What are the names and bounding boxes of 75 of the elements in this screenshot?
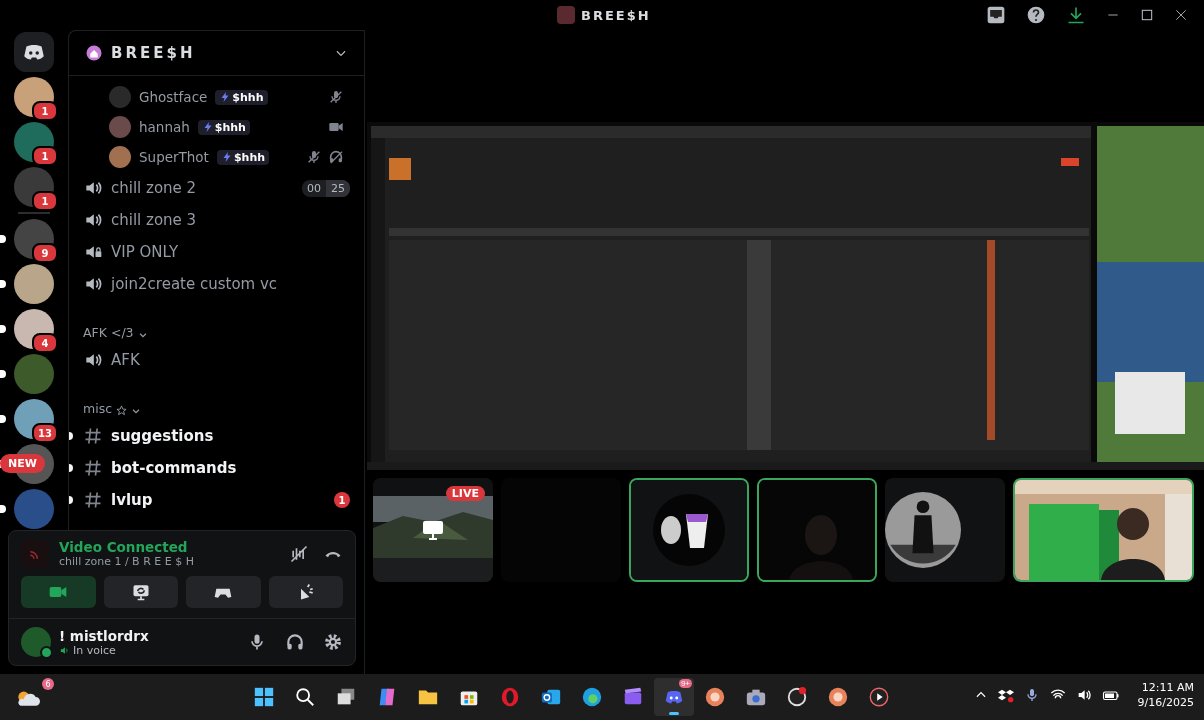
user-avatar [109,116,131,138]
window-title: BREE$H [581,7,651,23]
monitor-icon [421,518,445,542]
headphones-muted-icon [328,149,344,165]
user-limit: 00 25 [302,179,350,197]
dropbox-icon[interactable] [997,687,1014,704]
member-name[interactable]: hannah [139,119,190,135]
user-avatar [109,86,131,108]
voice-channel[interactable]: AFK [111,351,140,369]
discord-home-button[interactable] [14,32,54,72]
user-avatar [109,146,131,168]
flower-icon [827,686,849,708]
channel-location[interactable]: chill zone 1 / B R E E $ H [59,555,194,568]
settings-icon[interactable] [323,632,343,652]
user-status: In voice [73,643,116,657]
participant-tile[interactable] [885,478,1005,582]
member-name[interactable]: Ghostface [139,89,208,105]
server-icon [85,44,103,62]
notification-badge: 9+ [678,679,692,688]
category-label[interactable]: misc [83,401,113,416]
notification-badge: 1 [32,146,58,166]
server-name[interactable]: BREE$H [111,44,326,62]
voice-channel[interactable]: join2create custom vc [111,275,278,293]
category-label[interactable]: AFK </3 [83,325,134,340]
server-icon[interactable] [14,264,54,304]
chevron-icon [137,330,148,340]
chevron-icon [131,406,142,416]
record-icon [786,686,808,708]
opera-icon [499,686,521,708]
voice-channel[interactable]: VIP ONLY [111,243,179,261]
edge-icon [581,686,603,708]
hash-icon [83,458,103,478]
search-icon [294,686,316,708]
voice-channel[interactable]: chill zone 3 [111,211,197,229]
noise-suppression-icon[interactable] [289,543,309,564]
text-channel[interactable]: suggestions [111,427,214,445]
notification-badge: 6 [42,678,54,690]
download-icon[interactable] [1066,5,1086,25]
hash-icon [83,426,103,446]
soundboard-button[interactable] [268,576,343,608]
inbox-icon[interactable] [986,5,1006,25]
flower-icon [704,686,726,708]
tag-badge: $hhh [216,149,270,165]
star-icon [116,405,128,416]
screen-button[interactable] [103,576,178,608]
text-channel[interactable]: lvlup [111,491,153,509]
notification-badge: 1 [32,101,58,121]
user-avatar[interactable] [21,627,51,657]
help-icon[interactable] [1026,5,1046,25]
clock-time[interactable]: 12:11 AM [1137,680,1194,696]
maximize-icon[interactable] [1140,8,1154,22]
clock-date[interactable]: 9/16/2025 [1137,695,1194,711]
tag-badge: $hhh [197,119,250,135]
windows-icon [253,686,275,708]
notification-badge: 4 [32,333,58,353]
voice-channel[interactable]: chill zone 2 [111,179,197,197]
notification-badge: 1 [32,191,58,211]
tag-badge: $hhh [215,89,268,105]
server-icon [557,6,575,24]
mic-muted-icon [306,149,322,165]
notification-badge: 1 [334,492,350,508]
text-channel[interactable]: bot-commands [111,459,237,477]
close-icon[interactable] [1174,8,1188,22]
member-name[interactable]: SuperThot [139,149,209,165]
headphones-icon[interactable] [285,632,305,652]
connection-status: Video Connected [59,539,189,555]
hash-icon [83,490,103,510]
notification-badge: 13 [32,423,58,443]
camera-button[interactable] [21,576,96,608]
notification-badge: 9 [32,243,58,263]
username: ! mistlordrx [59,627,149,644]
new-badge: NEW [0,454,45,473]
play-icon [868,686,890,708]
activity-button[interactable] [186,576,261,608]
mic-muted-icon [328,89,344,105]
